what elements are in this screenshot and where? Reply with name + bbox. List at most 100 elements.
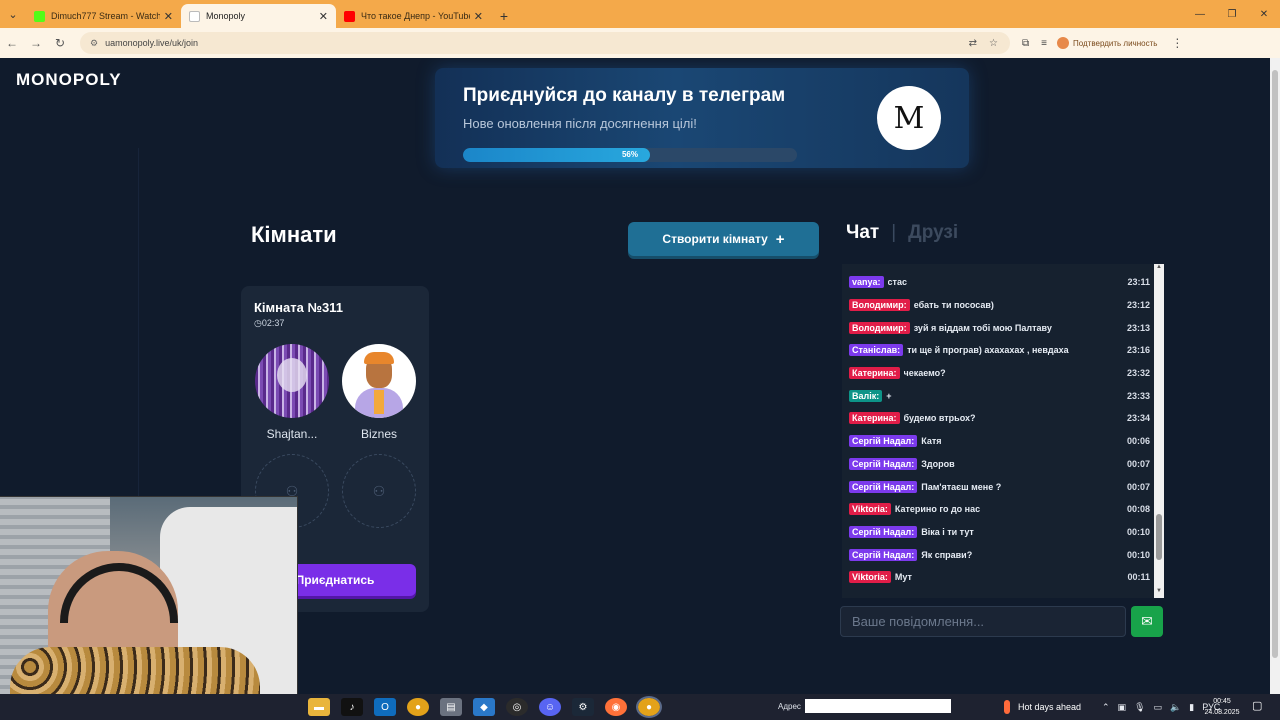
profile-avatar [1056,37,1069,49]
browser-tab-youtube[interactable]: Что такое Днепр - YouTube ✕ [336,4,491,28]
chat-time: 00:07 [1126,458,1150,469]
room-timer-value: 02:37 [261,318,285,328]
reading-list-icon[interactable]: ≡ [1041,38,1047,49]
chat-message-input[interactable] [840,606,1126,637]
tray-app-icon[interactable]: ▣ [1118,702,1127,713]
site-logo[interactable]: MONOPOLY [16,70,122,90]
chat-time: 00:10 [1126,549,1150,560]
browser-tab-monopoly[interactable]: Monopoly ✕ [181,4,336,28]
chat-text: ти ще й програв) ахахахах , невдаха [907,345,1069,356]
close-window-icon[interactable]: ✕ [1248,0,1280,28]
scroll-down-icon[interactable]: ▼ [1154,588,1164,598]
tab-friends[interactable]: Друзі [908,222,958,244]
address-input[interactable] [804,699,951,713]
mail-icon: ✉ [1141,613,1153,629]
chat-message: Володимир: ебать ти пососав) 23:12 [842,294,1164,317]
telegram-banner[interactable]: Приєднуйся до каналу в телеграм Нове оно… [435,68,969,168]
site-info-icon[interactable]: ⚙ [90,38,98,49]
bookmark-star-icon[interactable]: ☆ [989,38,998,49]
chat-nick[interactable]: Сергій Надал: [849,457,918,470]
close-tab-icon[interactable]: ✕ [474,10,483,23]
app-icon[interactable]: ▤ [440,698,462,716]
chat-message: Сергій Надал: Як справи? 00:10 [842,543,1164,566]
address-bar[interactable]: ⚙ uamonopoly.live/uk/join ⇄ ☆ [80,32,1010,54]
chat-message: Сергій Надал: Здоров 00:07 [842,453,1164,476]
chat-nick[interactable]: Сергій Надал: [849,548,918,561]
steam-icon[interactable]: ⚙ [572,698,594,716]
chat-nick[interactable]: Володимир: [849,299,910,312]
chat-text: будемо втрьох? [903,413,976,424]
page-scrollbar[interactable] [1270,58,1280,694]
chat-nick[interactable]: Сергій Надал: [849,435,918,448]
taskbar-clock[interactable]: 00:45 24.08.2025 [1200,696,1244,718]
discord-icon[interactable]: ☺ [539,698,561,716]
tiktok-icon[interactable]: ♪ [341,698,363,716]
close-tab-icon[interactable]: ✕ [319,10,328,23]
maximize-icon[interactable]: ❐ [1216,0,1248,28]
player-slot[interactable]: Shajtan... [255,344,329,441]
translate-icon[interactable]: ⇄ [969,38,977,49]
firefox-icon[interactable]: ◉ [605,698,627,716]
browser-tab-kick[interactable]: Dimuch777 Stream - Watch Live ✕ [26,4,181,28]
timer-icon: ◷ [254,318,262,328]
chat-scrollbar[interactable]: ▲ ▼ [1154,264,1164,598]
webcam-overlay [0,496,298,694]
player-name: Biznes [360,427,398,441]
back-icon[interactable]: ← [0,36,24,50]
tab-chat[interactable]: Чат [846,222,879,244]
chat-nick[interactable]: Станіслав: [849,344,904,357]
chat-nick[interactable]: Viktoria: [849,503,891,516]
browser-tabstrip: ⌄ Dimuch777 Stream - Watch Live ✕ Monopo… [0,0,1280,28]
file-explorer-icon[interactable]: ▬ [308,698,330,716]
scroll-up-icon[interactable]: ▲ [1154,264,1164,274]
player-name: Shajtan... [266,427,318,441]
reload-icon[interactable]: ↻ [48,36,72,50]
send-message-button[interactable]: ✉ [1131,606,1163,637]
chat-text: ебать ти пососав) [913,300,994,311]
chat-scroll-thumb[interactable] [1156,514,1162,560]
new-tab-button[interactable]: + [491,4,517,28]
profile-button[interactable]: Подтвердить личность [1056,37,1158,49]
create-room-button[interactable]: Створити кімнату + [628,222,819,256]
chat-nick[interactable]: Сергій Надал: [849,525,918,538]
forward-icon[interactable]: → [24,36,48,50]
notifications-icon[interactable]: ▢ [1252,699,1262,712]
chat-nick[interactable]: Володимир: [849,321,910,334]
chat-nick[interactable]: Viktoria: [849,571,891,584]
chat-box[interactable]: vanya: стас 23:11 Володимир: ебать ти пососа… [842,264,1164,598]
page-scroll-thumb[interactable] [1272,70,1278,658]
player-slot[interactable]: Biznes [342,344,416,441]
chrome-icon[interactable]: ● [407,698,429,716]
volume-icon[interactable]: 🔈 [1170,702,1181,713]
chat-nick[interactable]: vanya: [849,276,884,289]
minimize-icon[interactable]: — [1184,0,1216,28]
extensions-icon[interactable]: ⧉ [1022,38,1029,49]
outlook-icon[interactable]: O [374,698,396,716]
goal-progress-bar: 56% [463,148,797,162]
chrome-active-icon[interactable]: ● [636,696,662,718]
chat-message: Катерина: будемо втрьох? 23:34 [842,407,1164,430]
weather-widget[interactable]: Hot days ahead [1004,694,1081,720]
chat-time: 00:11 [1127,572,1150,583]
browser-menu-icon[interactable]: ⋮ [1165,36,1189,50]
chat-nick[interactable]: Валік: [849,389,883,402]
network-icon[interactable]: ▭ [1154,702,1163,713]
room-timer: ◷02:37 [254,318,284,329]
chat-message: Сергій Надал: Віка і ти тут 00:10 [842,521,1164,544]
tray-chevron-icon[interactable]: ⌃ [1102,702,1110,713]
app-icon[interactable]: ◆ [473,698,495,716]
chat-text: Як справи? [921,549,973,560]
microphone-icon[interactable]: 🎙 [1134,702,1145,713]
taskbar-address-toolbar[interactable]: Адрес [778,699,951,713]
github-icon[interactable]: ◎ [506,698,528,716]
tab-search-chevron-icon[interactable]: ⌄ [0,0,26,28]
chat-nick[interactable]: Катерина: [849,412,900,425]
battery-icon[interactable]: ▮ [1189,702,1194,713]
chat-time: 23:16 [1126,345,1150,356]
chat-nick[interactable]: Сергій Надал: [849,480,918,493]
close-tab-icon[interactable]: ✕ [164,10,173,23]
chat-nick[interactable]: Катерина: [849,367,900,380]
chat-text: Віка і ти тут [921,526,974,537]
weather-text: Hot days ahead [1018,702,1082,712]
profile-label: Подтвердить личность [1072,38,1158,48]
